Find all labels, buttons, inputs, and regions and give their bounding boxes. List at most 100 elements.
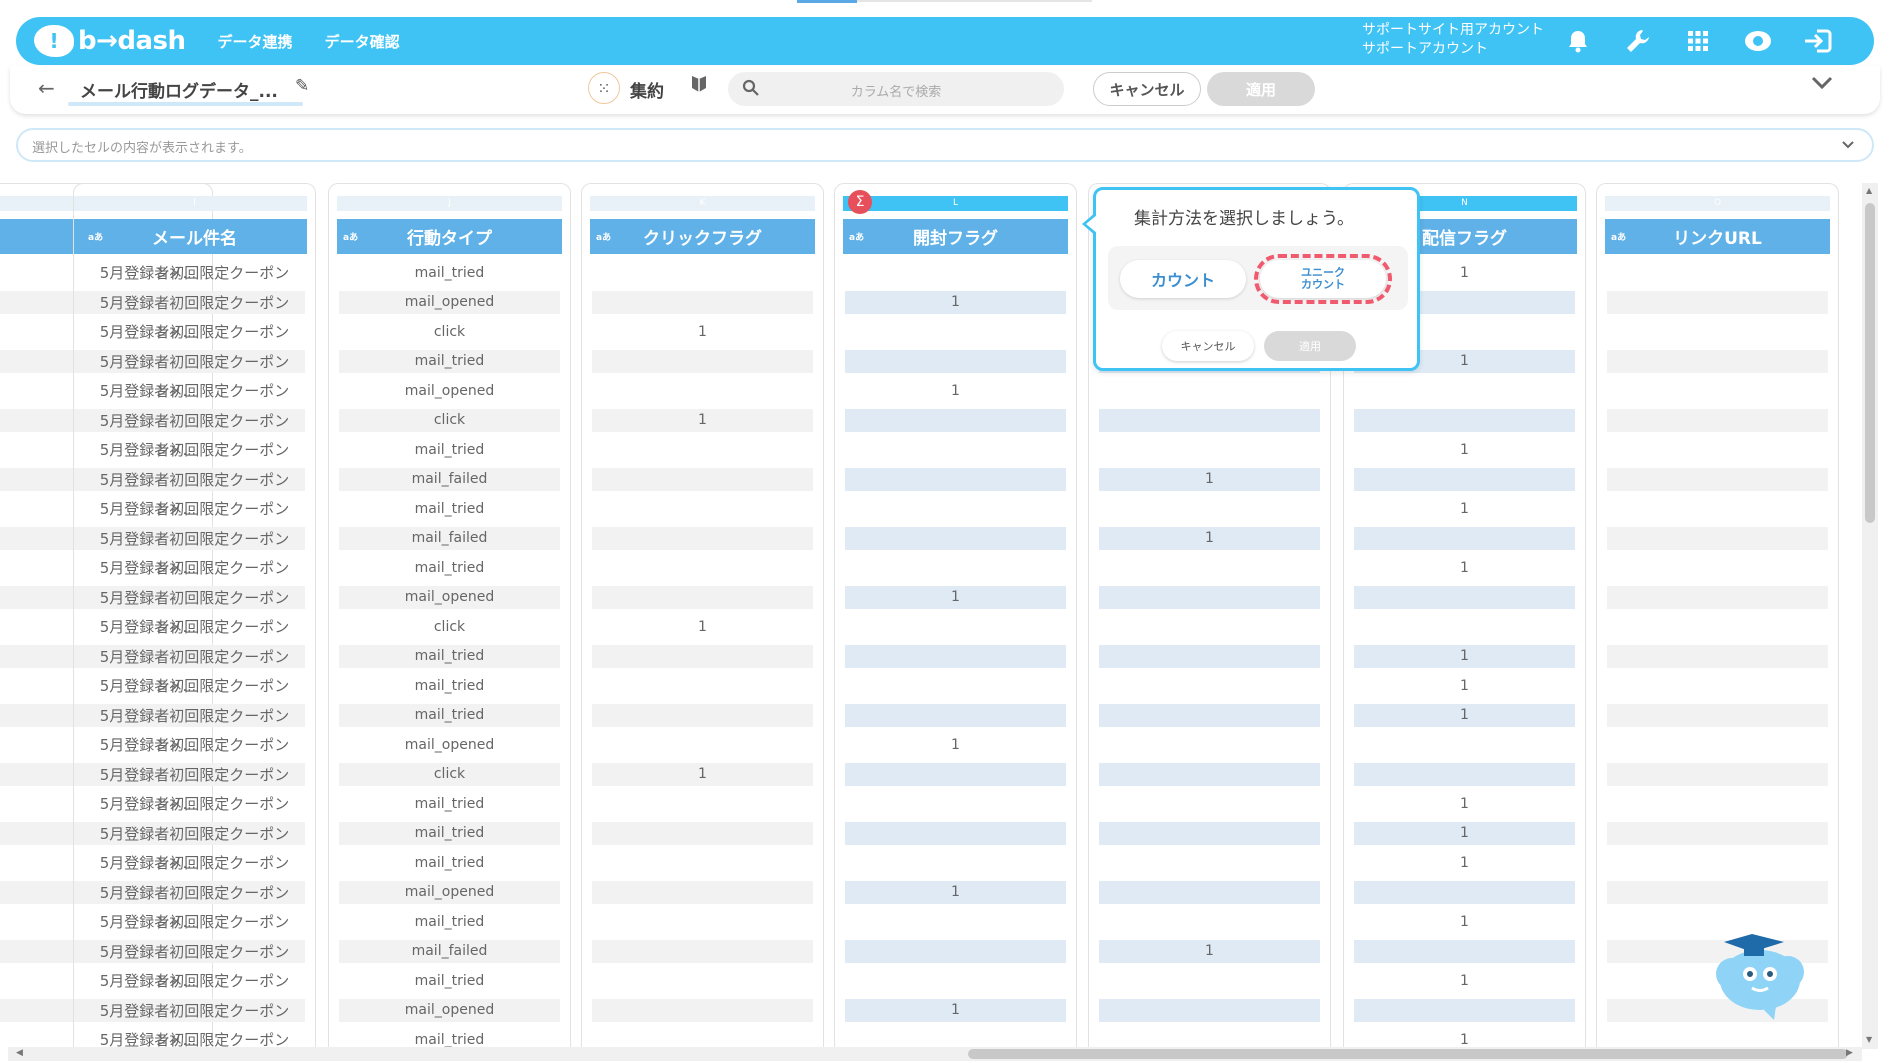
table-cell[interactable]: 5月登録者初回限定クーポン [82, 966, 307, 996]
table-cell[interactable]: 1 [1352, 642, 1577, 672]
table-cell[interactable]: click [337, 317, 562, 347]
table-cell[interactable]: mail_opened [337, 730, 562, 760]
table-cell[interactable] [1097, 819, 1322, 849]
table-cell[interactable] [590, 789, 815, 819]
table-cell[interactable]: 5月登録者初回限定クーポン [82, 612, 307, 642]
nav-data-check[interactable]: データ確認 [325, 31, 400, 52]
table-cell[interactable] [590, 494, 815, 524]
scroll-down-icon[interactable]: ▼ [1866, 1035, 1872, 1044]
scroll-up-icon[interactable]: ▲ [1866, 186, 1872, 195]
table-cell[interactable] [1605, 524, 1830, 554]
table-cell[interactable] [590, 258, 815, 288]
table-cell[interactable]: 5月登録者初回限定クーポン [82, 465, 307, 495]
table-cell[interactable]: 1 [1097, 937, 1322, 967]
table-cell[interactable]: 5月登録者初回限定クーポン [82, 937, 307, 967]
table-cell[interactable] [590, 583, 815, 613]
table-cell[interactable]: 5月登録者初回限定クーポン [82, 317, 307, 347]
table-cell[interactable]: mail_tried [337, 907, 562, 937]
table-cell[interactable]: 1 [1352, 848, 1577, 878]
grid-icon[interactable] [1682, 25, 1714, 57]
scroll-right-icon[interactable]: ▶ [1846, 1048, 1853, 1058]
table-cell[interactable] [1097, 996, 1322, 1026]
table-cell[interactable] [1605, 671, 1830, 701]
mascot-helper-icon[interactable] [1712, 922, 1812, 1022]
table-cell[interactable]: 1 [1097, 465, 1322, 495]
table-cell[interactable]: click [337, 612, 562, 642]
pencil-icon[interactable]: ✎ [295, 76, 309, 96]
table-cell[interactable] [843, 347, 1068, 377]
table-cell[interactable]: 5月登録者初回限定クーポン [82, 583, 307, 613]
table-cell[interactable]: 1 [590, 612, 815, 642]
cloud-badge-icon[interactable] [1742, 25, 1774, 57]
table-cell[interactable]: 5月登録者初回限定クーポン [82, 524, 307, 554]
column-search-input[interactable]: カラム名で検索 [728, 72, 1064, 106]
column-header[interactable]: aあ メール件名 [82, 219, 307, 254]
table-cell[interactable]: mail_opened [337, 996, 562, 1026]
table-cell[interactable] [843, 848, 1068, 878]
table-cell[interactable] [1352, 612, 1577, 642]
table-cell[interactable] [1352, 878, 1577, 908]
table-cell[interactable] [843, 465, 1068, 495]
table-cell[interactable] [1097, 583, 1322, 613]
toolbar-cancel-button[interactable]: キャンセル [1093, 72, 1201, 106]
table-cell[interactable] [1605, 376, 1830, 406]
table-cell[interactable]: 1 [843, 878, 1068, 908]
bell-icon[interactable] [1562, 25, 1594, 57]
table-cell[interactable] [843, 701, 1068, 731]
table-cell[interactable] [590, 907, 815, 937]
table-cell[interactable]: 5月登録者初回限定クーポン [82, 642, 307, 672]
table-cell[interactable] [590, 288, 815, 318]
table-cell[interactable]: mail_opened [337, 376, 562, 406]
table-cell[interactable] [1605, 347, 1830, 377]
table-cell[interactable] [1097, 642, 1322, 672]
table-cell[interactable]: mail_failed [337, 524, 562, 554]
table-cell[interactable] [843, 937, 1068, 967]
table-cell[interactable]: 5月登録者初回限定クーポン [82, 553, 307, 583]
table-cell[interactable] [1605, 819, 1830, 849]
table-cell[interactable]: 5月登録者初回限定クーポン [82, 789, 307, 819]
table-cell[interactable]: 5月登録者初回限定クーポン [82, 671, 307, 701]
table-cell[interactable]: mail_opened [337, 583, 562, 613]
table-cell[interactable]: 5月登録者初回限定クーポン [82, 1025, 307, 1049]
table-cell[interactable] [1352, 465, 1577, 495]
table-cell[interactable] [843, 907, 1068, 937]
table-cell[interactable]: 1 [1097, 524, 1322, 554]
table-cell[interactable]: 1 [1352, 553, 1577, 583]
table-cell[interactable] [843, 642, 1068, 672]
chevron-down-icon[interactable] [1840, 137, 1856, 156]
table-cell[interactable] [1605, 583, 1830, 613]
table-cell[interactable] [1097, 760, 1322, 790]
table-cell[interactable] [590, 524, 815, 554]
table-cell[interactable] [843, 406, 1068, 436]
table-cell[interactable] [1605, 848, 1830, 878]
table-cell[interactable]: mail_tried [337, 642, 562, 672]
table-cell[interactable] [1605, 406, 1830, 436]
table-cell[interactable]: mail_opened [337, 288, 562, 318]
table-cell[interactable] [590, 1025, 815, 1049]
table-cell[interactable] [843, 760, 1068, 790]
table-cell[interactable]: 5月登録者初回限定クーポン [82, 760, 307, 790]
table-cell[interactable] [843, 524, 1068, 554]
table-cell[interactable]: mail_tried [337, 553, 562, 583]
table-cell[interactable]: 5月登録者初回限定クーポン [82, 701, 307, 731]
aggregate-label[interactable]: 集約 [630, 77, 664, 102]
table-cell[interactable] [1605, 789, 1830, 819]
table-cell[interactable]: mail_failed [337, 465, 562, 495]
table-cell[interactable] [1605, 612, 1830, 642]
table-cell[interactable]: 1 [1352, 671, 1577, 701]
table-cell[interactable]: 5月登録者初回限定クーポン [82, 730, 307, 760]
table-cell[interactable]: mail_tried [337, 789, 562, 819]
scroll-left-icon[interactable]: ◀ [16, 1048, 23, 1058]
table-cell[interactable] [843, 819, 1068, 849]
table-cell[interactable] [1097, 553, 1322, 583]
toolbar-apply-button[interactable]: 適用 [1207, 72, 1315, 106]
table-cell[interactable] [1097, 848, 1322, 878]
logout-icon[interactable] [1802, 25, 1834, 57]
table-cell[interactable]: 1 [590, 760, 815, 790]
table-cell[interactable] [590, 701, 815, 731]
table-cell[interactable]: 5月登録者初回限定クーポン [82, 819, 307, 849]
table-cell[interactable] [1097, 907, 1322, 937]
table-cell[interactable]: mail_tried [337, 671, 562, 701]
table-cell[interactable] [1352, 996, 1577, 1026]
table-cell[interactable]: 1 [1352, 1025, 1577, 1049]
